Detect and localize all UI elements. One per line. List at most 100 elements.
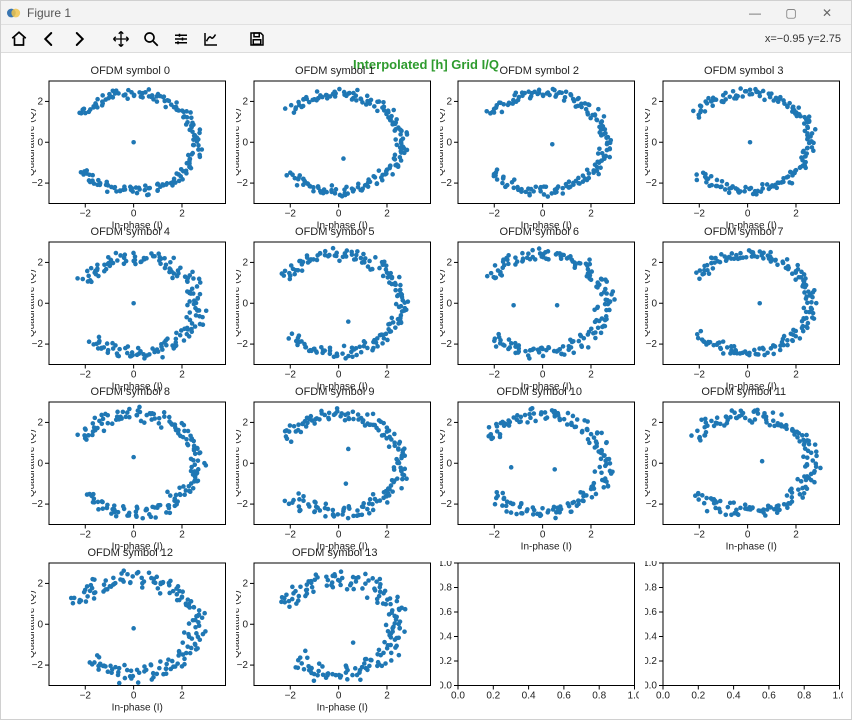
y-axis-label: Quadrature (Q) (31, 108, 37, 176)
svg-text:2: 2 (384, 209, 390, 220)
svg-text:0.2: 0.2 (645, 656, 657, 667)
svg-text:2: 2 (793, 530, 799, 541)
svg-text:0: 0 (651, 137, 657, 148)
axes-svg: −202−202In-phase (I)Quadrature (Q) (31, 400, 230, 553)
subplot-12: OFDM symbol 12−202−202In-phase (I)Quadra… (31, 561, 230, 714)
svg-text:2: 2 (446, 257, 452, 268)
window-maximize-button[interactable]: ▢ (773, 6, 809, 20)
svg-text:0: 0 (744, 530, 750, 541)
axes-svg: −202−202In-phase (I)Quadrature (Q) (31, 240, 230, 393)
axes-svg: −202−202In-phase (I)Quadrature (Q) (440, 79, 639, 232)
svg-text:0.4: 0.4 (440, 631, 452, 642)
y-axis-label: Quadrature (Q) (645, 429, 651, 497)
window-close-button[interactable]: ✕ (809, 6, 845, 20)
svg-text:2: 2 (588, 369, 594, 380)
forward-button[interactable] (67, 28, 91, 50)
axes-button[interactable] (199, 28, 223, 50)
svg-text:2: 2 (179, 530, 185, 541)
svg-text:0: 0 (651, 298, 657, 309)
scatter-points (282, 406, 408, 520)
svg-text:−2: −2 (80, 209, 92, 220)
svg-text:0: 0 (242, 619, 248, 630)
svg-text:−2: −2 (645, 499, 657, 510)
home-button[interactable] (7, 28, 31, 50)
svg-text:0: 0 (242, 137, 248, 148)
svg-text:0.6: 0.6 (645, 607, 657, 618)
svg-text:0.2: 0.2 (440, 656, 452, 667)
svg-text:2: 2 (242, 417, 248, 428)
svg-text:−2: −2 (80, 530, 92, 541)
cursor-coordinates: x=−0.95 y=2.75 (765, 25, 841, 52)
svg-text:−2: −2 (32, 178, 44, 189)
subplot-9: OFDM symbol 9−202−202In-phase (I)Quadrat… (236, 400, 435, 553)
scatter-points (69, 568, 208, 685)
axes-svg: −202−202In-phase (I)Quadrature (Q) (31, 79, 230, 232)
scatter-points (282, 87, 408, 199)
svg-text:2: 2 (384, 690, 390, 701)
y-axis-label: Quadrature (Q) (236, 429, 242, 497)
svg-text:2: 2 (446, 417, 452, 428)
svg-text:2: 2 (793, 209, 799, 220)
svg-text:0.8: 0.8 (797, 690, 811, 701)
svg-text:0.6: 0.6 (557, 690, 571, 701)
svg-text:0.6: 0.6 (440, 607, 452, 618)
svg-text:−2: −2 (441, 178, 453, 189)
svg-text:0.8: 0.8 (592, 690, 606, 701)
svg-text:0: 0 (744, 209, 750, 220)
save-button[interactable] (245, 28, 269, 50)
svg-text:−2: −2 (645, 339, 657, 350)
svg-text:2: 2 (588, 209, 594, 220)
svg-text:0: 0 (131, 209, 137, 220)
svg-text:−2: −2 (441, 339, 453, 350)
zoom-button[interactable] (139, 28, 163, 50)
svg-text:1.0: 1.0 (440, 561, 452, 569)
svg-text:2: 2 (242, 578, 248, 589)
svg-text:0: 0 (131, 530, 137, 541)
svg-text:0.4: 0.4 (522, 690, 536, 701)
svg-text:0: 0 (540, 209, 546, 220)
svg-text:−2: −2 (236, 178, 248, 189)
svg-text:2: 2 (588, 530, 594, 541)
subplot-6: OFDM symbol 6−202−202In-phase (I)Quadrat… (440, 240, 639, 393)
svg-text:0: 0 (37, 137, 43, 148)
window-title: Figure 1 (27, 6, 71, 20)
svg-text:−2: −2 (236, 660, 248, 671)
svg-text:−2: −2 (284, 209, 296, 220)
svg-text:1.0: 1.0 (645, 561, 657, 569)
svg-text:2: 2 (651, 257, 657, 268)
svg-text:−2: −2 (236, 339, 248, 350)
back-button[interactable] (37, 28, 61, 50)
scatter-points (77, 87, 204, 197)
svg-text:0.2: 0.2 (691, 690, 705, 701)
scatter-points (484, 87, 613, 199)
subplot-title: OFDM symbol 0 (31, 65, 230, 77)
svg-text:2: 2 (37, 96, 43, 107)
scatter-points (691, 86, 818, 196)
y-axis-label: Quadrature (Q) (31, 429, 37, 497)
svg-text:2: 2 (242, 257, 248, 268)
svg-text:0.4: 0.4 (645, 631, 657, 642)
svg-text:−2: −2 (284, 530, 296, 541)
subplot-title: OFDM symbol 3 (645, 65, 844, 77)
svg-text:−2: −2 (441, 499, 453, 510)
y-axis-label: Quadrature (Q) (31, 590, 37, 658)
subplot-title: OFDM symbol 6 (440, 226, 639, 238)
scatter-points (279, 245, 410, 360)
x-axis-label: In-phase (I) (725, 542, 776, 553)
svg-text:0: 0 (744, 369, 750, 380)
y-axis-label: Quadrature (Q) (236, 269, 242, 337)
svg-text:0.8: 0.8 (440, 582, 452, 593)
svg-text:0.0: 0.0 (645, 680, 657, 691)
svg-text:2: 2 (179, 209, 185, 220)
subplot-10: OFDM symbol 10−202−202In-phase (I)Quadra… (440, 400, 639, 553)
subplots-button[interactable] (169, 28, 193, 50)
window-minimize-button[interactable]: — (737, 6, 773, 20)
figure-canvas[interactable]: Interpolated [h] Grid I/Q OFDM symbol 0−… (1, 53, 851, 719)
y-axis-label: Quadrature (Q) (645, 269, 651, 337)
svg-text:−2: −2 (645, 178, 657, 189)
pan-button[interactable] (109, 28, 133, 50)
svg-text:−2: −2 (32, 660, 44, 671)
subplot-title: OFDM symbol 1 (236, 65, 435, 77)
svg-text:−2: −2 (32, 339, 44, 350)
svg-text:2: 2 (651, 96, 657, 107)
